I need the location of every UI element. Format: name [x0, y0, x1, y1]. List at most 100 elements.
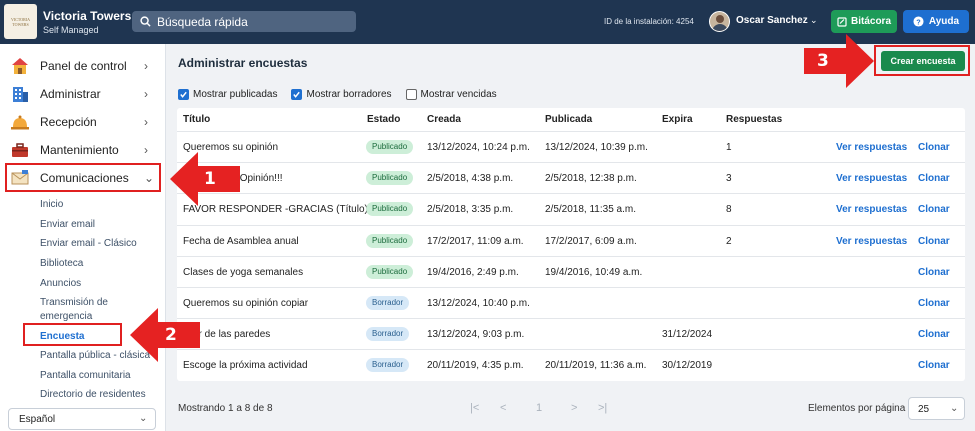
table-row[interactable]: Queremos su opinión Publicado 13/12/2024, …	[177, 131, 965, 162]
sidebar-item-administrar[interactable]: Administrar ›	[0, 80, 166, 108]
svg-text:?: ?	[916, 17, 921, 26]
per-page-label: Elementos por página	[808, 403, 906, 414]
sidebar-subitem-anuncios[interactable]: Anuncios	[40, 278, 81, 289]
column-header-responses[interactable]: Respuestas	[726, 114, 782, 125]
chevron-down-icon: ⌄	[950, 403, 959, 414]
sidebar-subitem-transmision[interactable]: Transmisión de	[40, 297, 108, 308]
sidebar-item-panel[interactable]: Panel de control ›	[0, 52, 166, 80]
checkbox-checked-icon	[291, 89, 303, 100]
published-date: 13/12/2024, 10:39 p.m.	[545, 142, 648, 153]
last-page-icon[interactable]: >|	[598, 402, 607, 414]
notebook-icon	[837, 16, 847, 27]
sidebar-subitem-inicio[interactable]: Inicio	[40, 199, 63, 210]
view-responses-link[interactable]: Ver respuestas	[836, 173, 907, 184]
clone-link[interactable]: Clonar	[918, 173, 950, 184]
status-badge: Publicado	[366, 140, 414, 154]
help-button[interactable]: ? Ayuda	[903, 10, 969, 33]
status-badge: Publicado	[366, 202, 414, 217]
status-badge: Borrador	[366, 296, 410, 310]
highlight-comunicaciones	[5, 163, 161, 192]
filter-published-checkbox[interactable]: Mostrar publicadas	[178, 89, 277, 100]
toolbox-icon	[12, 143, 28, 157]
sidebar-subitem-biblioteca[interactable]: Biblioteca	[40, 258, 83, 269]
search-icon	[140, 16, 151, 27]
table-row[interactable]: Escoge la próxima actividad Borrador 20/11…	[177, 349, 965, 380]
highlight-create-survey	[874, 45, 970, 76]
sidebar: Panel de control › Administrar › Recepci…	[0, 44, 166, 431]
page-number[interactable]: 1	[536, 402, 542, 414]
annotation-2: 2	[165, 325, 177, 345]
clone-link[interactable]: Clonar	[918, 267, 950, 278]
status-badge: Borrador	[366, 358, 410, 373]
search-placeholder: Búsqueda rápida	[157, 14, 248, 29]
filter-expired-checkbox[interactable]: Mostrar vencidas	[405, 89, 497, 100]
checkbox-unchecked-icon	[405, 89, 417, 100]
sidebar-item-label: Administrar	[40, 87, 101, 101]
survey-title[interactable]: Fecha de Asamblea anual	[183, 236, 299, 247]
status-badge: Publicado	[366, 171, 414, 186]
property-name: Victoria Towers	[43, 9, 132, 23]
clone-link[interactable]: Clonar	[918, 298, 950, 309]
app-logo[interactable]: VICTORIA TOWERS	[4, 4, 37, 39]
view-responses-link[interactable]: Ver respuestas	[836, 204, 907, 215]
created-date: 13/12/2024, 10:24 p.m.	[427, 142, 530, 153]
sidebar-item-label: Panel de control	[40, 59, 127, 73]
next-page-icon[interactable]: >	[571, 402, 577, 414]
clone-link[interactable]: Clonar	[918, 236, 950, 247]
filter-label: Mostrar vencidas	[420, 89, 497, 100]
column-header-title[interactable]: Título	[183, 114, 210, 125]
clone-link[interactable]: Clonar	[918, 204, 950, 215]
filter-label: Mostrar borradores	[306, 89, 392, 100]
user-menu-name[interactable]: Oscar Sanchez	[736, 15, 808, 26]
chevron-right-icon: ›	[144, 87, 148, 101]
responses-count: 8	[726, 204, 732, 216]
surveys-table: Título Estado Creada Publicada Expira Re…	[177, 108, 965, 381]
sidebar-item-recepcion[interactable]: Recepción ›	[0, 108, 166, 136]
first-page-icon[interactable]: |<	[470, 402, 479, 414]
sidebar-item-mantenimiento[interactable]: Mantenimiento ›	[0, 136, 166, 164]
sidebar-subitem-directorio[interactable]: Directorio de residentes	[40, 389, 146, 400]
sidebar-subitem-pantalla-comunitaria[interactable]: Pantalla comunitaria	[40, 370, 131, 381]
column-header-status[interactable]: Estado	[367, 114, 400, 125]
table-row[interactable]: Clases de yoga semanales Publicado 19/4/20…	[177, 255, 965, 287]
chevron-down-icon[interactable]: ⌄	[810, 15, 818, 26]
view-responses-link[interactable]: Ver respuestas	[836, 142, 907, 153]
created-date: 20/11/2019, 4:35 p.m.	[427, 360, 524, 372]
bitacora-button[interactable]: Bitácora	[831, 10, 897, 33]
highlight-encuesta	[23, 323, 122, 346]
prev-page-icon[interactable]: <	[500, 402, 506, 414]
view-responses-link[interactable]: Ver respuestas	[836, 236, 907, 247]
created-date: 17/2/2017, 11:09 a.m.	[427, 235, 524, 247]
arrow-3-icon	[804, 34, 874, 88]
language-select[interactable]: Español ⌄	[8, 408, 156, 430]
clone-link[interactable]: Clonar	[918, 329, 950, 340]
sidebar-subitem-enviar-email-clasico[interactable]: Enviar email - Clásico	[40, 238, 137, 249]
clone-link[interactable]: Clonar	[918, 142, 950, 153]
bitacora-label: Bitácora	[850, 16, 891, 27]
table-row[interactable]: FAVOR RESPONDER -GRACIAS (Título) Publica…	[177, 193, 965, 224]
column-header-published[interactable]: Publicada	[545, 114, 592, 125]
checkbox-checked-icon	[178, 89, 189, 100]
filter-bar: Mostrar publicadas Mostrar borradores Mo…	[178, 89, 497, 100]
column-header-expires[interactable]: Expira	[662, 114, 693, 125]
table-row[interactable]: …or de las paredes Borrador 13/12/2024, 9:…	[177, 318, 965, 349]
table-row[interactable]: Queremos su opinión copiar Borrador 13/12/…	[177, 287, 965, 318]
logo-text: VICTORIA TOWERS	[10, 16, 31, 27]
table-row[interactable]: Fecha de Asamblea anual Publicado 17/2/201…	[177, 224, 965, 256]
survey-title[interactable]: Clases de yoga semanales	[183, 267, 303, 278]
table-row[interactable]: …onocer su Opinión!!!Publicado2/5/2018, …	[177, 162, 965, 193]
chevron-right-icon: ›	[144, 115, 148, 129]
bell-icon	[11, 115, 29, 130]
building-icon	[13, 87, 28, 102]
sidebar-item-label: Recepción	[40, 115, 97, 129]
avatar[interactable]	[709, 11, 730, 32]
filter-label: Mostrar publicadas	[193, 89, 278, 100]
column-header-created[interactable]: Creada	[427, 114, 461, 125]
sidebar-subitem-transmision-cont[interactable]: emergencia	[40, 311, 92, 322]
responses-count: 1	[726, 142, 732, 153]
clone-link[interactable]: Clonar	[918, 360, 950, 371]
sidebar-subitem-enviar-email[interactable]: Enviar email	[40, 219, 95, 230]
filter-drafts-checkbox[interactable]: Mostrar borradores	[291, 89, 392, 100]
per-page-select[interactable]: 25 ⌄	[908, 397, 965, 420]
search-input[interactable]: Búsqueda rápida	[132, 11, 356, 32]
